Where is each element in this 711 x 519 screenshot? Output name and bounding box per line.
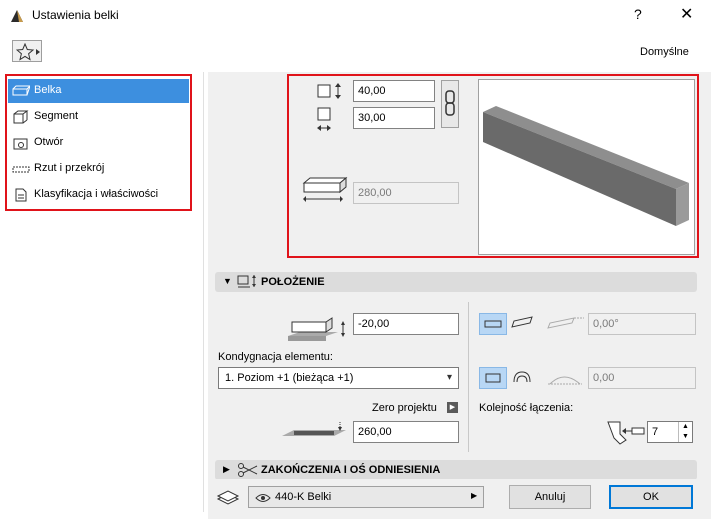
star-icon	[16, 43, 40, 61]
section-divider	[468, 302, 469, 452]
elevation-icon	[282, 422, 346, 436]
expand-arrow-icon: ▶	[223, 464, 230, 474]
collapse-arrow-icon: ▼	[223, 276, 232, 286]
connection-order-label: Kolejność łączenia:	[479, 402, 574, 414]
eye-icon	[255, 494, 271, 502]
layers-icon	[216, 490, 240, 505]
sidebar-highlight-box	[5, 74, 192, 211]
position-icon	[237, 275, 256, 288]
curved-beam-icon	[513, 371, 531, 383]
help-button[interactable]: ?	[634, 6, 642, 22]
curve-height-field: 0,00	[588, 367, 696, 389]
curved-beam-toggle[interactable]	[509, 367, 537, 389]
close-button[interactable]: ✕	[680, 4, 693, 24]
chevron-right-icon: ▶	[471, 491, 478, 500]
elevation-field[interactable]: 260,00	[353, 421, 459, 443]
favorites-button[interactable]	[12, 40, 42, 62]
chevron-down-icon: ▾	[446, 372, 452, 383]
stepper-down-icon[interactable]: ▼	[679, 432, 692, 442]
story-select[interactable]: 1. Poziom +1 (bieżąca +1) ▾	[218, 367, 459, 389]
stepper-up-icon[interactable]: ▲	[679, 422, 692, 432]
slanted-beam-toggle[interactable]	[509, 313, 537, 335]
section-zakonczenia-header[interactable]: ▶ ZAKOŃCZENIA I OŚ ODNIESIENIA	[215, 460, 697, 480]
app-icon	[11, 10, 23, 22]
story-label: Kondygnacja elementu:	[218, 351, 333, 363]
slope-angle-field: 0,00°	[588, 313, 696, 335]
layer-value: 440-K Belki	[275, 491, 332, 503]
curve-height-icon	[548, 376, 582, 385]
title-bar: Ustawienia belki ? ✕	[0, 0, 711, 32]
slanted-beam-icon	[511, 316, 533, 328]
cancel-button[interactable]: Anuluj	[509, 485, 591, 509]
connection-order-stepper[interactable]: 7 ▲ ▼	[647, 421, 693, 443]
zero-project-label: Zero projektu	[372, 402, 437, 414]
horizontal-beam-icon	[484, 320, 502, 328]
straight-beam-icon	[485, 373, 501, 383]
preview-highlight-box	[287, 74, 699, 258]
default-label: Domyślne	[640, 46, 689, 58]
horizontal-beam-toggle[interactable]	[479, 313, 507, 335]
window-title: Ustawienia belki	[32, 8, 119, 22]
ok-button[interactable]: OK	[609, 485, 693, 509]
stepper-buttons[interactable]: ▲ ▼	[678, 422, 692, 442]
slope-angle-icon	[547, 317, 584, 329]
beam-offset-field[interactable]: -20,00	[353, 313, 459, 335]
layer-select[interactable]: 440-K Belki ▶	[248, 486, 484, 508]
connection-order-icon	[607, 421, 645, 445]
section-polozenie-header[interactable]: ▼ POŁOŻENIE	[215, 272, 697, 292]
beam-offset-icon	[288, 317, 345, 341]
straight-beam-toggle[interactable]	[479, 367, 507, 389]
ends-scissors-icon	[238, 463, 258, 477]
zero-project-arrow-icon[interactable]: ▶	[447, 402, 458, 413]
